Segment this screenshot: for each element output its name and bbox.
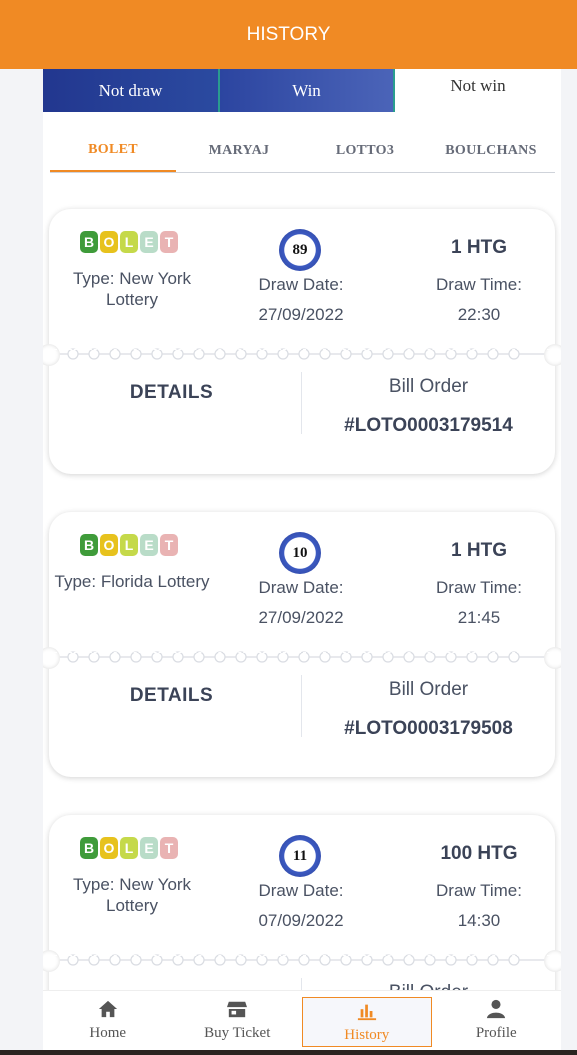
draw-date-value: 27/09/2022 [258,305,344,324]
nav-buy-ticket[interactable]: Buy Ticket [173,991,303,1050]
nav-profile[interactable]: Profile [432,991,562,1050]
logo-letter: T [160,837,178,859]
tab-maryaj[interactable]: MARYAJ [176,129,302,172]
draw-time-value: 22:30 [457,305,501,324]
logo-letter: L [120,231,138,253]
nav-history[interactable]: History [302,997,432,1047]
bill-order-number: #LOTO0003179514 [344,415,513,436]
ticket-amount: 1 HTG [451,540,507,561]
logo-letter: B [80,534,98,556]
draw-time-label: Draw Time: [436,578,522,597]
nav-home-label: Home [89,1025,127,1041]
lottery-ball: 11 [279,835,321,877]
lottery-ball: 89 [279,229,321,271]
app-header: HISTORY [0,0,577,69]
ticket-amount: 100 HTG [440,843,518,864]
logo-letter: E [140,837,158,859]
ticket-amount: 1 HTG [451,237,507,258]
ticket-card: BOLET Type: Florida Lottery 10 Draw Date… [43,512,561,777]
system-bar [0,1050,577,1055]
logo-letter: B [80,837,98,859]
nav-buy-ticket-label: Buy Ticket [204,1025,271,1041]
draw-time-label: Draw Time: [436,881,522,900]
lottery-ball: 10 [279,532,321,574]
draw-time-value: 21:45 [457,608,501,627]
bill-order-label: Bill Order [388,376,469,397]
tab-lotto3[interactable]: LOTTO3 [302,129,428,172]
logo-letter: T [160,231,178,253]
bill-order-number: #LOTO0003179508 [344,718,513,739]
bolet-logo: BOLET [80,534,178,556]
user-icon [487,999,506,1019]
chart-icon [357,1004,376,1020]
tab-win[interactable]: Win [218,69,393,112]
bill-order-label: Bill Order [302,982,555,990]
nav-history-label: History [344,1026,390,1043]
draw-date-value: 27/09/2022 [258,608,344,627]
draw-date-label: Draw Date: [258,578,344,597]
logo-letter: O [100,837,118,859]
logo-letter: O [100,231,118,253]
tab-not-win[interactable]: Not win [393,69,561,112]
bolet-logo: BOLET [80,231,178,253]
game-tabs: BOLET MARYAJ LOTTO3 BOULCHANS [50,129,555,173]
status-tabs: Not draw Win Not win [43,69,561,112]
lottery-type: Type: New York Lottery [72,875,192,915]
logo-letter: E [140,534,158,556]
details-button[interactable]: DETAILS [49,685,294,707]
logo-letter: O [100,534,118,556]
draw-date-label: Draw Date: [258,881,344,900]
draw-date-label: Draw Date: [258,275,344,294]
ticket-card: BOLET Type: New York Lottery 89 Draw Dat… [43,209,561,474]
nav-profile-label: Profile [475,1025,517,1041]
bolet-logo: BOLET [80,837,178,859]
logo-letter: L [120,534,138,556]
page-title: HISTORY [246,23,331,45]
nav-home[interactable]: Home [43,991,173,1050]
draw-time-value: 14:30 [457,911,501,930]
details-button[interactable]: DETAILS [49,382,294,404]
tab-boulchans[interactable]: BOULCHANS [428,129,554,172]
lottery-type: Type: Florida Lottery [54,572,210,591]
bill-order-label: Bill Order [388,679,469,700]
logo-letter: L [120,837,138,859]
logo-letter: B [80,231,98,253]
lottery-type: Type: New York Lottery [72,269,192,309]
draw-time-label: Draw Time: [436,275,522,294]
logo-letter: E [140,231,158,253]
store-icon [227,1001,248,1018]
logo-letter: T [160,534,178,556]
ticket-card: BOLET Type: New York Lottery 11 Draw Dat… [43,815,561,990]
home-icon [98,1000,117,1018]
tab-not-draw[interactable]: Not draw [43,69,218,112]
main-content: Not draw Win Not win BOLET MARYAJ LOTTO3… [43,69,561,990]
draw-date-value: 07/09/2022 [258,911,344,930]
bottom-nav: Home Buy Ticket History Profile [43,990,561,1050]
tab-bolet[interactable]: BOLET [50,129,176,172]
